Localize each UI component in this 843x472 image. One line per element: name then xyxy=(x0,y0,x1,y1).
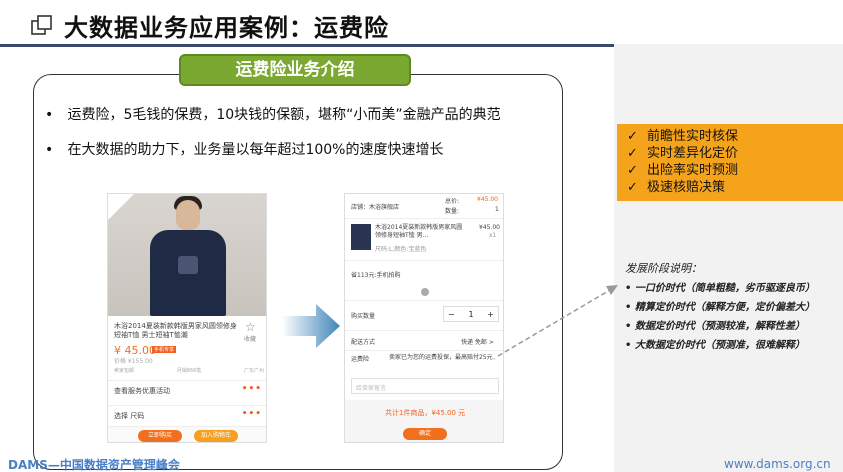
chevron-right-icon[interactable]: › xyxy=(493,356,495,363)
stage-item: • 一口价时代（简单粗糙，劣币驱逐良币） xyxy=(625,283,815,294)
bullet-item: • 在大数据的助力下，业务量以每年超过100%的速度快速增长 xyxy=(45,139,443,159)
feature-item: ✓ 极速核赔决策 xyxy=(627,179,833,196)
tshirt-print xyxy=(178,256,198,274)
stages-title: 发展阶段说明： xyxy=(625,262,702,275)
order-footer: 共计1件商品，¥45.00 元 确定 xyxy=(345,400,503,442)
meta-item: 卖家包邮 xyxy=(114,368,135,374)
buy-qty-label: 购买数量 xyxy=(351,313,376,320)
star-icon[interactable]: ☆ xyxy=(245,320,256,334)
feature-item: ✓ 出险率实时预测 xyxy=(627,162,833,179)
stage-item: • 大数据定价时代（预测准，很难解释） xyxy=(625,340,805,351)
stage-item: • 数据定价时代（预测较准，解释性差） xyxy=(625,321,805,332)
product-page-screenshot: 木浴2014夏装新款韩版男家风圆领修身短袖T恤 男士短袖T恤潮 ☆ 收藏 ¥ 4… xyxy=(107,193,267,443)
divider xyxy=(345,350,503,351)
message-input[interactable]: 给卖家留言 xyxy=(351,378,499,394)
feature-text: 前瞻性实时核保 xyxy=(647,129,739,144)
bullet-text: 在大数据的助力下，业务量以每年超过100%的速度快速增长 xyxy=(67,142,444,158)
right-panel-background xyxy=(614,44,843,472)
minus-icon[interactable]: − xyxy=(448,310,455,319)
order-total: 共计1件商品，¥45.00 元 xyxy=(385,409,466,417)
promotion-label: 查看服务优惠活动 xyxy=(114,387,170,395)
bullet-text: 运费险，5毛钱的保费，10块钱的保额，堪称“小而美”金融产品的典范 xyxy=(67,107,501,123)
stage-text: 一口价时代（简单粗糙，劣币驱逐良币） xyxy=(634,283,815,294)
total-value: ¥45.00 xyxy=(477,196,498,203)
divider xyxy=(345,260,503,261)
product-photo xyxy=(108,194,266,316)
price-tag-badge: 手机专享 xyxy=(152,346,177,353)
feature-text: 极速核赔决策 xyxy=(647,180,726,195)
feature-text: 出险率实时预测 xyxy=(647,163,739,178)
quantity-stepper[interactable]: − 1 + xyxy=(443,306,499,322)
shipping-label: 配送方式 xyxy=(351,339,376,346)
purchase-bar: 立即购买 加入购物车 xyxy=(108,426,266,442)
item-thumbnail xyxy=(351,224,371,250)
bullet-dot: • xyxy=(45,142,54,158)
order-page-screenshot: 店铺：木浴旗舰店 总价: ¥45.00 数量: 1 木浴2014夏装新款韩版男家… xyxy=(344,193,504,443)
original-price: 价格 ¥155.00 xyxy=(114,358,153,365)
section-banner: 运费险业务介绍 xyxy=(179,54,411,86)
item-qty: x1 xyxy=(489,232,497,239)
window-stack-icon xyxy=(31,15,52,35)
footer-brand: DAMS—中国数据资产管理峰会 xyxy=(8,458,180,472)
confirm-button[interactable]: 确定 xyxy=(403,428,447,440)
right-arrow-icon xyxy=(282,304,340,348)
check-icon: ✓ xyxy=(627,163,638,178)
insurance-description: 卖家已为您的运费投保，最高赔付25元 xyxy=(389,354,493,361)
insurance-label: 运费险 xyxy=(351,356,370,363)
check-icon: ✓ xyxy=(627,180,638,195)
promotion-row[interactable]: 查看服务优惠活动 ••• xyxy=(108,380,266,400)
stage-text: 数据定价时代（预测较准，解释性差） xyxy=(634,321,805,332)
footer-url[interactable]: www.dams.org.cn xyxy=(724,457,831,471)
product-meta: 卖家包邮 月销866笔 广东广州 xyxy=(114,367,264,374)
meta-item: 广东广州 xyxy=(243,368,264,374)
stage-item: • 精算定价时代（解释方便，定价偏差大） xyxy=(625,302,815,313)
check-icon: ✓ xyxy=(627,146,638,161)
more-icon: ••• xyxy=(241,409,262,419)
stage-text: 精算定价时代（解释方便，定价偏差大） xyxy=(634,302,815,313)
header-divider xyxy=(0,44,614,47)
quantity-value: 1 xyxy=(468,309,474,319)
item-price: ¥45.00 xyxy=(479,224,500,231)
product-title: 木浴2014夏装新款韩版男家风圆领修身短袖T恤 男士短袖T恤潮 xyxy=(114,322,237,339)
item-spec: 尺码:L;颜色:宝蓝色 xyxy=(375,246,427,253)
divider xyxy=(345,218,503,219)
check-icon: ✓ xyxy=(627,129,638,144)
divider xyxy=(345,330,503,331)
size-select-label: 选择 尺码 xyxy=(114,412,145,420)
divider xyxy=(345,300,503,301)
feature-item: ✓ 前瞻性实时核保 xyxy=(627,128,833,145)
feature-list: ✓ 前瞻性实时核保 ✓ 实时差异化定价 ✓ 出险率实时预测 ✓ 极速核赔决策 xyxy=(617,124,843,201)
page-title: 大数据业务应用案例：运费险 xyxy=(64,14,389,42)
favorite-label: 收藏 xyxy=(244,336,257,343)
shipping-value[interactable]: 快递 免邮 > xyxy=(461,337,494,346)
plus-icon[interactable]: + xyxy=(487,310,494,319)
saving-note: 省113元:手机拍购 xyxy=(351,272,401,279)
qty-value: 1 xyxy=(495,206,499,213)
buy-now-button[interactable]: 立即购买 xyxy=(138,430,182,442)
page-indicator-dot xyxy=(421,288,429,296)
meta-item: 月销866笔 xyxy=(176,368,202,374)
slide: 大数据业务应用案例：运费险 运费险业务介绍 • 运费险，5毛钱的保费，10块钱的… xyxy=(0,0,843,472)
bullet-dot: • xyxy=(45,107,54,123)
item-title: 木浴2014夏装新款韩版男家风圆领修身短袖T恤 男... xyxy=(375,224,463,239)
brand-corner-logo xyxy=(108,194,134,220)
bullet-item: • 运费险，5毛钱的保费，10块钱的保额，堪称“小而美”金融产品的典范 xyxy=(45,104,501,124)
model-head xyxy=(176,200,200,230)
size-select-row[interactable]: 选择 尺码 ••• xyxy=(108,405,266,425)
add-to-cart-button[interactable]: 加入购物车 xyxy=(194,430,238,442)
more-icon: ••• xyxy=(241,384,262,394)
feature-text: 实时差异化定价 xyxy=(647,146,739,161)
shop-name: 店铺：木浴旗舰店 xyxy=(351,204,400,211)
header: 大数据业务应用案例：运费险 xyxy=(0,0,843,44)
total-label: 总价: xyxy=(445,198,460,205)
qty-label: 数量: xyxy=(445,208,460,215)
feature-item: ✓ 实时差异化定价 xyxy=(627,145,833,162)
stage-text: 大数据定价时代（预测准，很难解释） xyxy=(634,340,805,351)
